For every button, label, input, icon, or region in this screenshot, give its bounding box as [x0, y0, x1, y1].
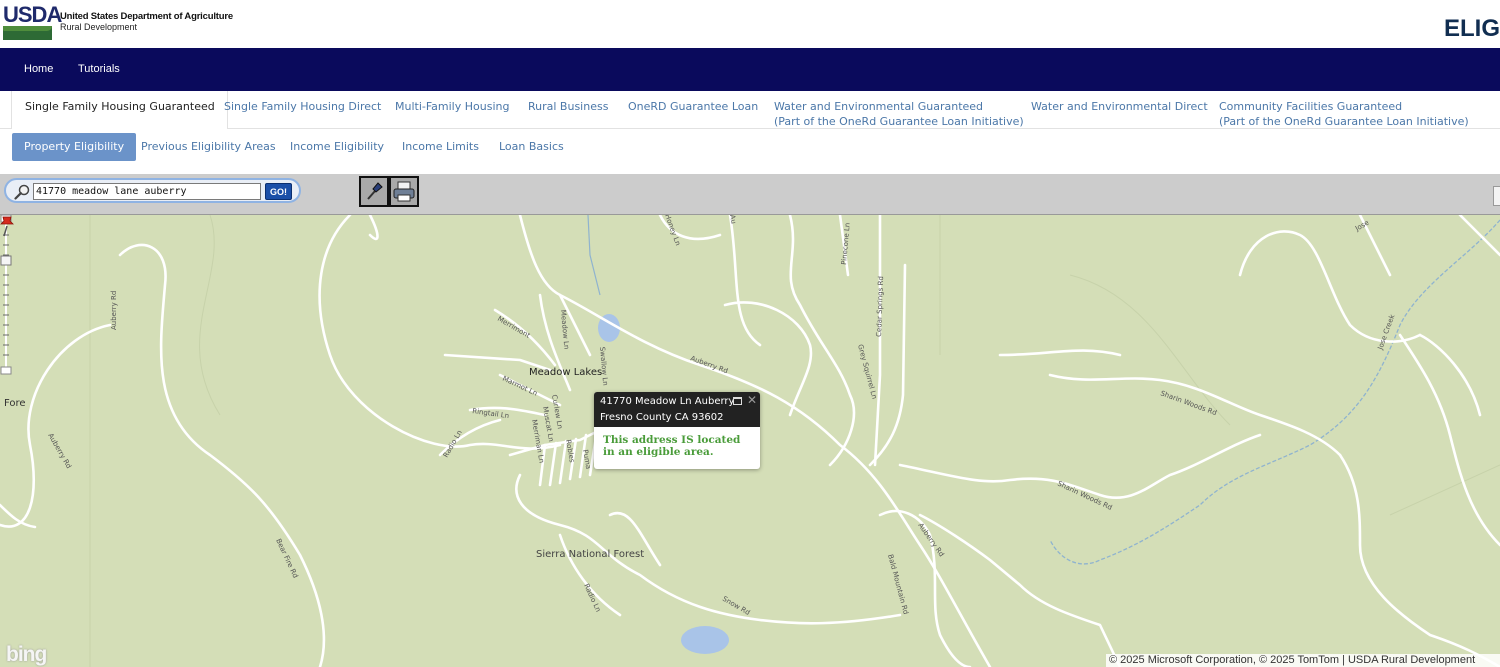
eligibility-sub-tabs: Property Eligibility Previous Eligibilit…	[0, 129, 1500, 174]
tab-single-family-housing-guaranteed[interactable]: Single Family Housing Guaranteed	[11, 91, 228, 129]
popup-address-line1: 41770 Meadow Ln Auberry	[600, 396, 735, 407]
usda-logo-text: USDA	[3, 2, 62, 27]
tab-label: Water and Environmental Direct	[1031, 100, 1208, 113]
pushpin-tool-button[interactable]	[359, 176, 389, 207]
search-go-button[interactable]: GO!	[265, 183, 292, 200]
eligibility-map[interactable]: Auberry Rd Auberry Rd Auberry Rd Auberry…	[0, 215, 1500, 667]
road-label: Bear Fire Rd	[274, 537, 299, 579]
usda-logo-field-graphic	[3, 26, 52, 40]
road-label: Merrimont	[496, 315, 532, 340]
popup-address-line2: Fresno County CA 93602	[600, 412, 724, 423]
tab-loan-basics[interactable]: Loan Basics	[499, 133, 564, 161]
toolbar-edge-control[interactable]	[1493, 186, 1500, 206]
tab-onerd-guarantee-loan[interactable]: OneRD Guarantee Loan	[628, 91, 758, 114]
eligibility-result-text: This address IS located in an eligible a…	[603, 434, 741, 458]
road-label: Marmot Ln	[501, 375, 538, 398]
popup-close-icon[interactable]: ✕	[747, 393, 757, 407]
tab-label: Water and Environmental Guaranteed	[774, 100, 984, 113]
site-header: USDA United States Department of Agricul…	[0, 0, 1500, 48]
tab-label: Rural Business	[528, 100, 609, 113]
tab-sublabel: (Part of the OneRd Guarantee Loan Initia…	[1219, 115, 1469, 128]
road-label: Merriman Ln	[530, 419, 546, 464]
place-label-forest-partial: Fore	[4, 398, 26, 409]
tab-previous-eligibility-areas[interactable]: Previous Eligibility Areas	[141, 133, 276, 161]
tab-income-eligibility[interactable]: Income Eligibility	[290, 133, 384, 161]
map-toolbar: GO!	[0, 174, 1500, 215]
department-name: United States Department of Agriculture	[60, 11, 233, 22]
agency-name: United States Department of Agriculture …	[60, 11, 233, 33]
tab-label: Single Family Housing Direct	[224, 100, 382, 113]
road-label: Cedar Springs Rd	[875, 276, 885, 337]
agency-subname: Rural Development	[60, 22, 138, 32]
road-label: Bald Mountain Rd	[886, 553, 910, 615]
road-label: Honey Ln	[663, 215, 682, 247]
pushpin-tool-icon	[361, 178, 387, 205]
tab-rural-business[interactable]: Rural Business	[528, 91, 608, 114]
tab-label: Multi-Family Housing	[395, 100, 510, 113]
nav-tutorials-link[interactable]: Tutorials	[78, 48, 120, 91]
printer-icon	[391, 178, 417, 205]
tab-water-environmental-direct[interactable]: Water and Environmental Direct	[1031, 91, 1208, 114]
tab-multi-family-housing[interactable]: Multi-Family Housing	[395, 91, 509, 114]
page: USDA United States Department of Agricul…	[0, 0, 1500, 667]
usda-logo[interactable]: USDA	[3, 4, 62, 40]
address-result-popup: 41770 Meadow Ln Auberry Fresno County CA…	[594, 392, 760, 469]
address-search-input[interactable]	[33, 183, 261, 200]
road-label: Jose Creek	[1376, 312, 1397, 351]
tab-label: Single Family Housing Guaranteed	[25, 100, 215, 113]
tab-income-limits[interactable]: Income Limits	[402, 133, 479, 161]
tab-single-family-housing-direct[interactable]: Single Family Housing Direct	[224, 91, 381, 114]
place-label-sierra-national-forest: Sierra National Forest	[536, 549, 645, 560]
tab-water-environmental-guaranteed[interactable]: Water and Environmental Guaranteed (Part…	[774, 91, 1024, 129]
place-label-meadow-lakes: Meadow Lakes	[529, 367, 603, 378]
road-label: Grey Squirrel Ln	[856, 343, 878, 400]
location-pushpin-icon[interactable]	[0, 215, 14, 237]
top-nav-bar: Home Tutorials	[0, 48, 1500, 91]
search-icon	[14, 184, 30, 200]
nav-home-link[interactable]: Home	[24, 48, 53, 91]
print-button[interactable]	[389, 176, 419, 207]
address-search-box: GO!	[4, 178, 301, 203]
bing-logo: bing	[6, 643, 47, 666]
program-tabs: Single Family Housing Guaranteed Single …	[0, 91, 1500, 129]
tab-property-eligibility[interactable]: Property Eligibility	[12, 133, 137, 161]
road-label: Radio Ln	[442, 429, 464, 459]
tab-label: Community Facilities Guaranteed	[1219, 100, 1403, 113]
road-label: Meadow Ln	[559, 309, 570, 349]
tab-label: OneRD Guarantee Loan	[628, 100, 759, 113]
road-label: Auberry Rd	[110, 291, 118, 330]
map-copyright: © 2025 Microsoft Corporation, © 2025 Tom…	[1106, 654, 1500, 667]
zoom-slider[interactable]	[0, 215, 12, 375]
tab-sublabel: (Part of the OneRd Guarantee Loan Initia…	[774, 115, 1024, 128]
road-label: Auberry Rd	[689, 354, 729, 375]
road-label: Au	[728, 215, 737, 224]
popup-maximize-icon[interactable]	[733, 397, 742, 405]
page-title: ELIG	[1443, 15, 1500, 42]
road-label: Auberry Rd	[46, 432, 73, 470]
tab-community-facilities-guaranteed[interactable]: Community Facilities Guaranteed (Part of…	[1219, 91, 1469, 129]
